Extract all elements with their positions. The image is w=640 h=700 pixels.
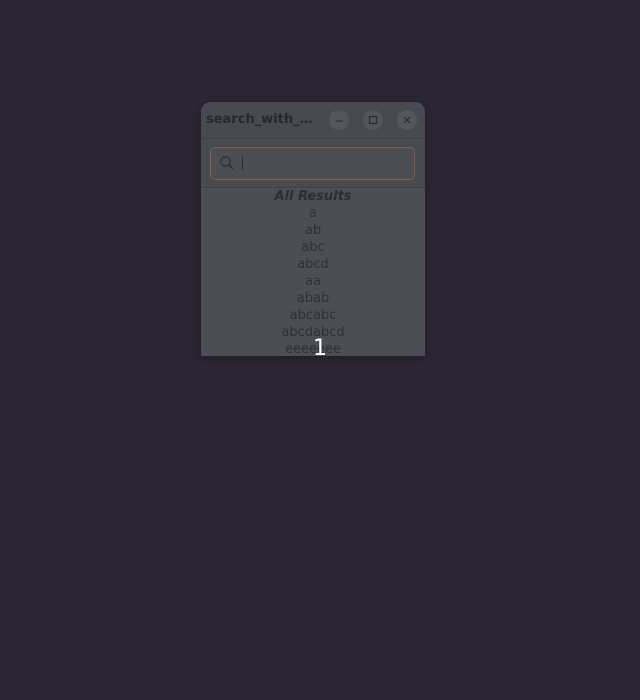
result-item-abcd[interactable]: abcd [201, 256, 425, 273]
titlebar[interactable]: search_with_m... [201, 102, 425, 139]
minimize-icon [335, 120, 343, 122]
close-button[interactable] [397, 110, 417, 130]
result-item-aa[interactable]: aa [201, 273, 425, 290]
desktop: search_with_m... All Results a ab abc ab… [0, 0, 640, 700]
close-icon [403, 116, 411, 124]
maximize-button[interactable] [363, 110, 383, 130]
search-icon [220, 156, 234, 170]
search-bar [201, 139, 425, 188]
result-item-abcabc[interactable]: abcabc [201, 307, 425, 324]
result-item-a[interactable]: a [201, 205, 425, 222]
result-item-ab[interactable]: ab [201, 222, 425, 239]
app-window: search_with_m... All Results a ab abc ab… [201, 102, 425, 356]
minimize-button[interactable] [329, 110, 349, 130]
window-title: search_with_m... [206, 112, 326, 127]
step-number-overlay: 1 [313, 336, 327, 361]
maximize-icon [368, 115, 378, 125]
result-item-abab[interactable]: abab [201, 290, 425, 307]
text-cursor [242, 156, 243, 170]
results-header: All Results [274, 189, 352, 204]
result-item-abc[interactable]: abc [201, 239, 425, 256]
search-input[interactable] [241, 152, 406, 174]
results-list: All Results a ab abc abcd aa abab abcabc… [201, 188, 425, 356]
search-field[interactable] [210, 147, 415, 180]
